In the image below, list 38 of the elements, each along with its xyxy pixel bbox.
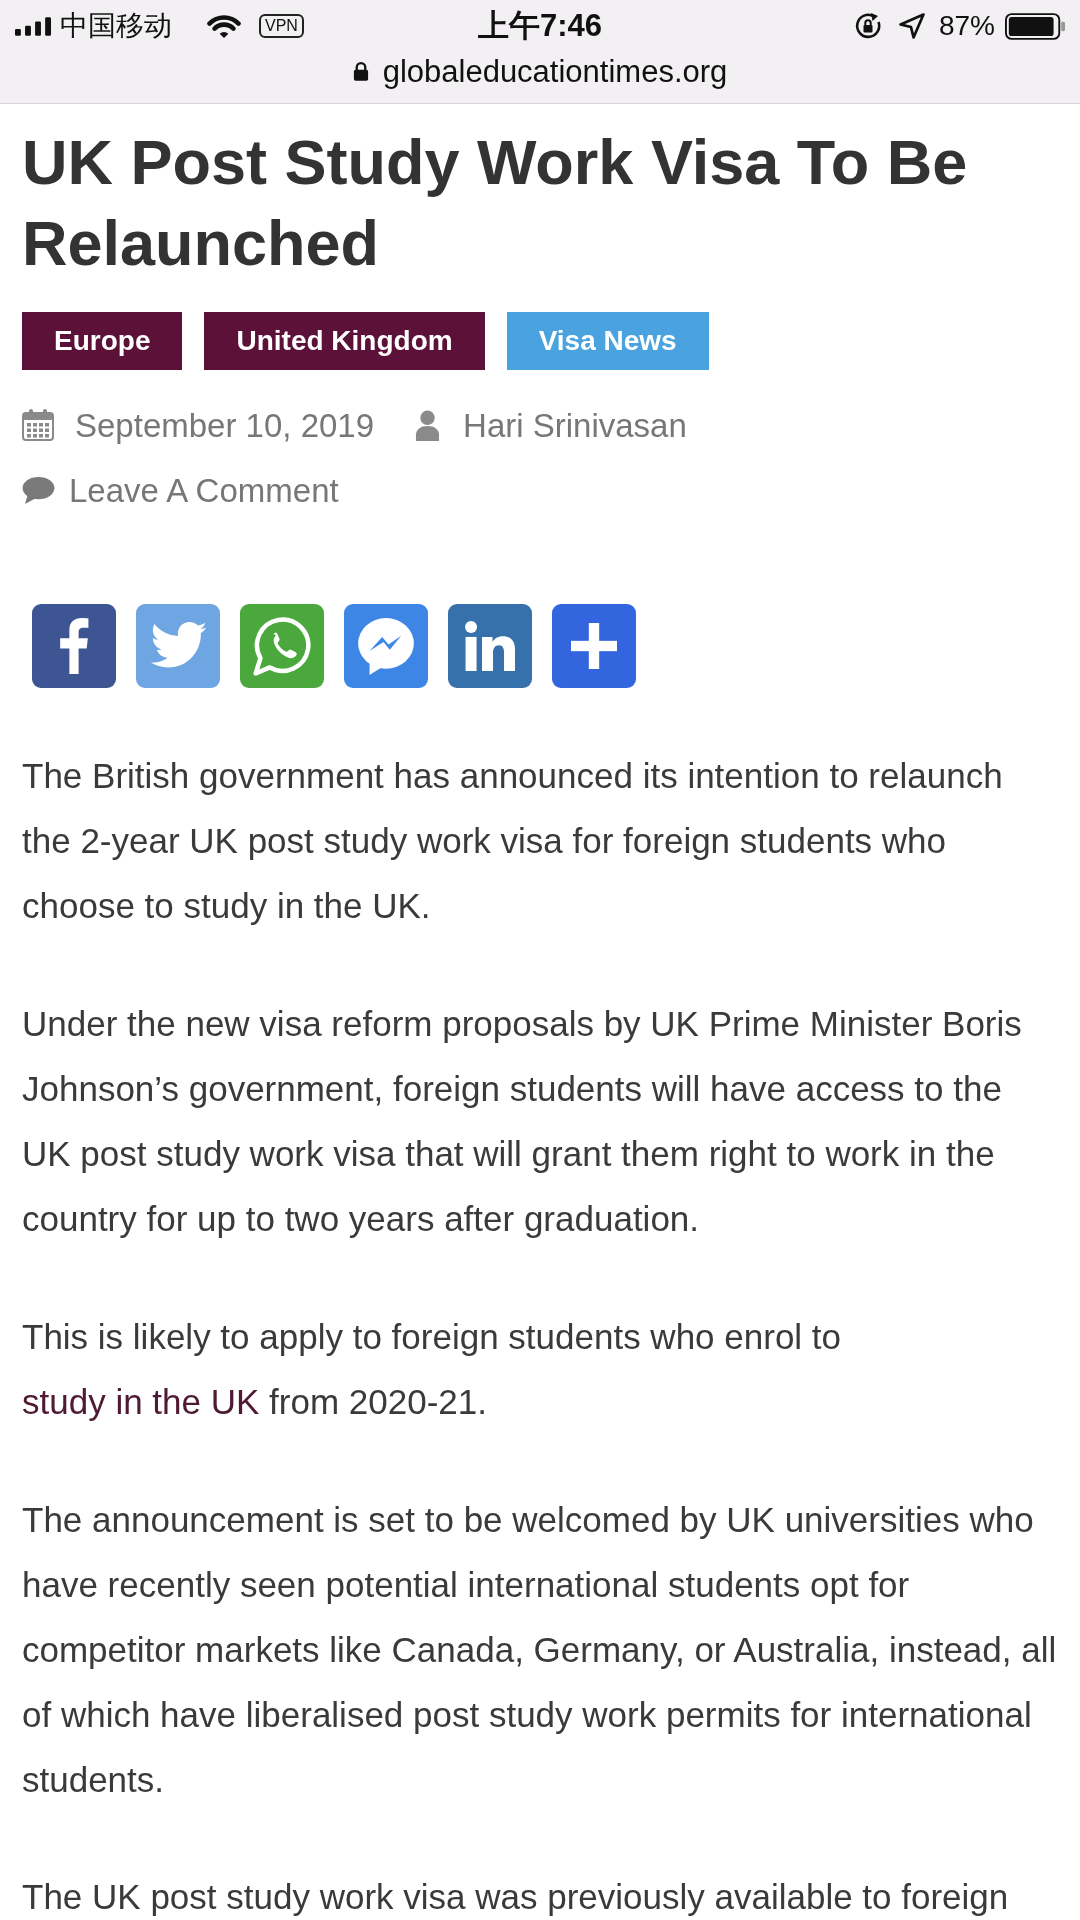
- linkedin-share-button[interactable]: [448, 604, 532, 688]
- article-paragraph: The British government has announced its intention to relaunch the 2-year UK post study work visa for foreign students who choose to study in the UK.: [22, 755, 1004, 927]
- author-name[interactable]: Hari Srinivasan: [463, 408, 687, 442]
- plus-icon: [571, 623, 617, 669]
- inline-link[interactable]: study in the UK: [22, 1382, 260, 1421]
- rotation-lock-icon: [853, 12, 882, 40]
- whatsapp-share-button[interactable]: [240, 604, 324, 688]
- battery-percent: 87%: [938, 12, 995, 40]
- location-arrow-icon: [898, 13, 925, 39]
- bird-icon: [149, 622, 207, 670]
- wifi-icon: [207, 14, 241, 38]
- battery-icon: [1005, 12, 1065, 40]
- article-paragraph: This is likely to apply to foreign students who enrol to study in the UK from 2020-21.: [22, 1316, 843, 1423]
- comment-link[interactable]: Leave A Comment: [69, 473, 339, 507]
- article-paragraph: Under the new visa reform proposals by UK Prime Minister Boris Johnson’s government, foreign students will have access to the UK post study work visa that will grant them right to work in the country for up to two years after graduation.: [22, 1003, 1023, 1240]
- lightning-speech-bubble-icon: [358, 617, 414, 675]
- lock-icon: [352, 61, 369, 81]
- messenger-share-button[interactable]: [344, 604, 428, 688]
- article-paragraph: The UK post study work visa was previously available to foreign: [22, 1876, 1010, 1918]
- post-date: September 10, 2019: [75, 408, 375, 442]
- article-title: UK Post Study Work Visa To Be Relaunched: [22, 126, 969, 280]
- twitter-share-button[interactable]: [136, 604, 220, 688]
- status-time: 上午7:46: [477, 7, 602, 43]
- address-bar-url[interactable]: globaleducationtimes.org: [382, 55, 728, 87]
- linkedin-logo-icon: [465, 621, 515, 671]
- user-icon: [415, 409, 441, 441]
- carrier-name: 中国移动: [60, 12, 172, 40]
- more-share-button[interactable]: [552, 604, 636, 688]
- article-paragraph: The announcement is set to be welcomed by UK universities who have recently seen potential international students opt for competitor markets like Canada, Germany, or Australia, instead, all of which have liberalised post study work permits for international students.: [22, 1499, 1058, 1801]
- vpn-indicator: VPN: [259, 14, 304, 38]
- category-tag[interactable]: Europe: [22, 312, 183, 370]
- phone-speech-bubble-icon: [253, 616, 311, 676]
- facebook-logo-icon: [59, 618, 89, 674]
- calendar-icon: [22, 409, 54, 441]
- signal-bars-icon: [15, 16, 51, 36]
- facebook-share-button[interactable]: [32, 604, 116, 688]
- comment-icon: [22, 476, 55, 504]
- category-tag[interactable]: United Kingdom: [204, 312, 485, 370]
